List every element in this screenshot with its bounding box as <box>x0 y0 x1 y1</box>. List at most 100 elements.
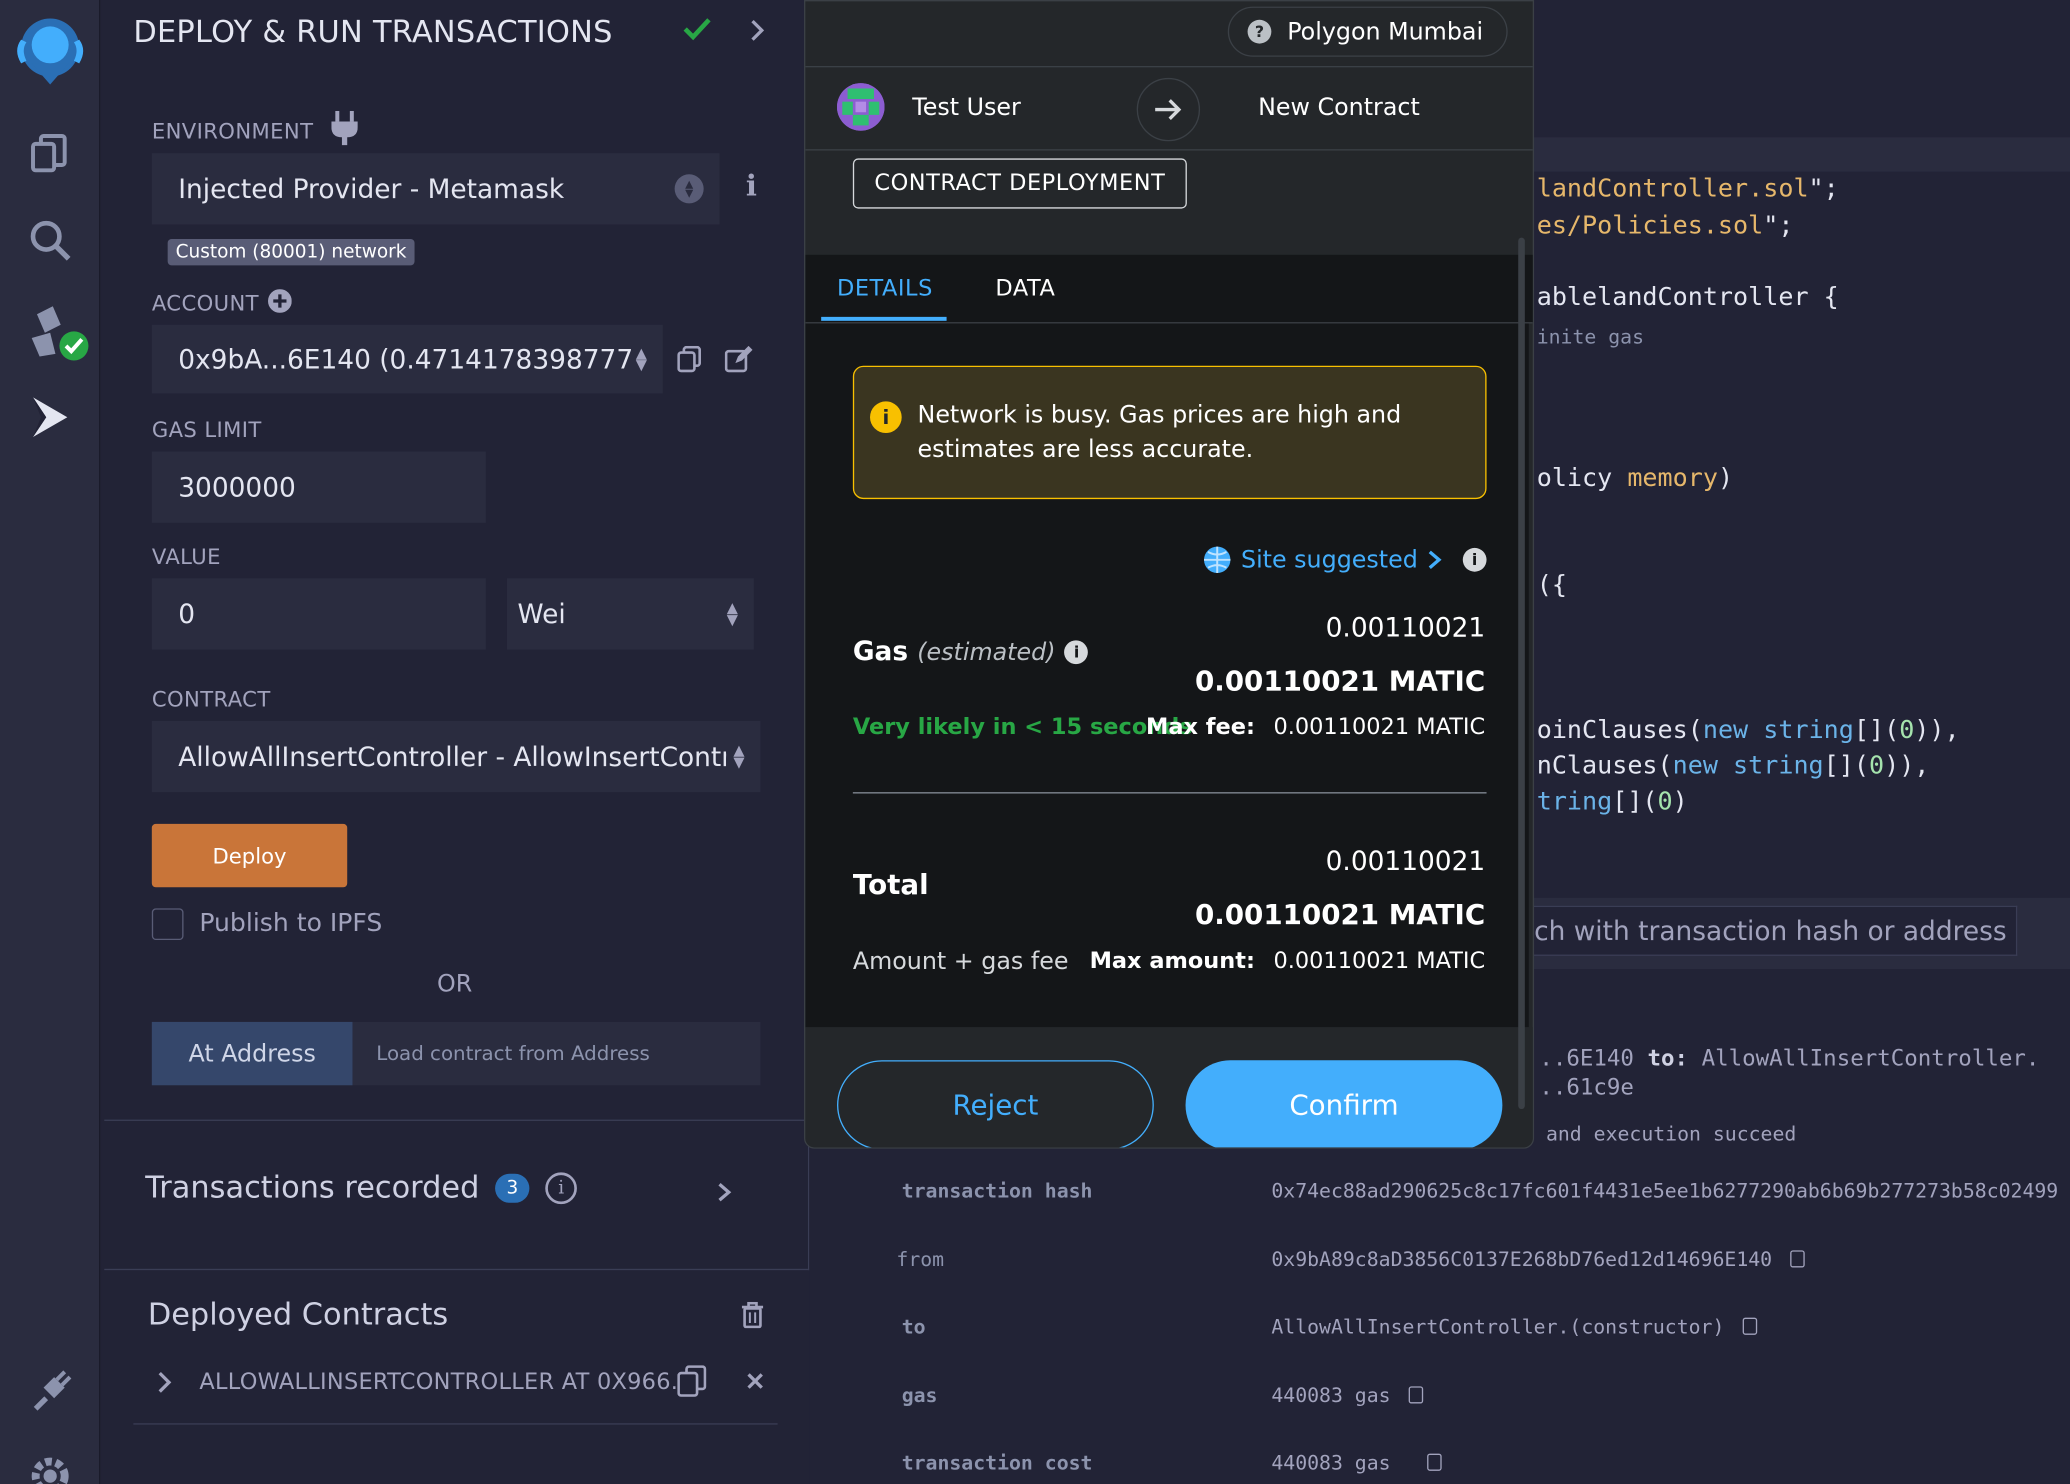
value-label: VALUE <box>151 543 221 570</box>
transactions-recorded-section[interactable]: Transactions recorded 3 i <box>104 1119 810 1271</box>
info-icon[interactable]: i <box>545 1172 578 1205</box>
divider <box>805 66 1533 68</box>
active-line-highlight <box>1531 137 2070 172</box>
gas-estimated-label: (estimated) <box>917 639 1056 667</box>
reject-button[interactable]: Reject <box>837 1060 1154 1148</box>
info-icon[interactable]: i <box>746 169 757 203</box>
copy-icon[interactable] <box>1409 1386 1424 1404</box>
environment-value: Injected Provider - Metamask <box>178 172 565 205</box>
at-address-input[interactable]: Load contract from Address <box>352 1021 761 1086</box>
deploy-button[interactable]: Deploy <box>151 823 348 888</box>
tab-data[interactable]: DATA <box>995 276 1055 302</box>
gas-label-row: Gas (estimated) i <box>853 635 1089 667</box>
publish-ipfs-label: Publish to IPFS <box>199 908 383 938</box>
chevron-right-icon[interactable] <box>157 1370 173 1399</box>
close-icon[interactable] <box>746 1370 764 1395</box>
terminal-search-input[interactable]: ch with transaction hash or address <box>1531 905 2018 956</box>
code-editor[interactable]: landController.sol"; es/Policies.sol"; a… <box>1531 0 2070 898</box>
log-line: ..6E140 to: AllowAllInsertController. <box>1539 1045 2040 1073</box>
total-value: 0.00110021 <box>1325 844 1486 877</box>
select-arrows-icon: ▲ ▼ <box>674 174 704 204</box>
code-comment: inite gas <box>1536 324 1645 349</box>
deployed-contract-item[interactable]: ALLOWALLINSERTCONTROLLER AT 0X966. <box>199 1369 678 1395</box>
confirm-button[interactable]: Confirm <box>1185 1060 1503 1148</box>
deploy-icon[interactable] <box>24 391 77 444</box>
total-label: Total <box>852 868 929 901</box>
contract-deployment-tag: CONTRACT DEPLOYMENT <box>852 158 1187 209</box>
network-name: Polygon Mumbai <box>1287 17 1484 46</box>
max-amount-row: Max amount: 0.00110021 MATIC <box>1090 948 1486 974</box>
plug-icon <box>331 110 358 151</box>
max-fee-row: Max fee: 0.00110021 MATIC <box>1146 714 1485 740</box>
copy-icon[interactable] <box>1427 1453 1443 1471</box>
screen: DEPLOY & RUN TRANSACTIONS ENVIRONMENT In… <box>0 0 2070 1484</box>
code-line: ({ <box>1536 570 1567 600</box>
account-select[interactable]: 0x9bA...6E140 (0.4714178398777 ▲ ▼ <box>151 324 663 394</box>
chevron-right-icon <box>1428 550 1442 569</box>
remix-logo-icon[interactable] <box>8 11 92 90</box>
or-label: OR <box>436 970 473 999</box>
code-line: oinClauses(new string[](0)), <box>1536 715 1960 745</box>
max-amount-value: 0.00110021 MATIC <box>1273 947 1486 975</box>
help-icon: ? <box>1247 19 1272 44</box>
code-line: nClauses(new string[](0)), <box>1536 751 1930 781</box>
scrollbar[interactable] <box>1516 237 1529 1110</box>
contract-select[interactable]: AllowAllInsertController - AllowInsertCo… <box>151 720 761 793</box>
select-arrows-icon: ▲ ▼ <box>726 599 738 629</box>
value-amount: 0 <box>178 598 196 630</box>
copy-icon[interactable] <box>1742 1317 1758 1335</box>
compiler-icon[interactable] <box>24 304 93 367</box>
copy-icon[interactable] <box>677 1365 707 1402</box>
settings-icon[interactable] <box>24 1450 77 1484</box>
likely-time: Very likely in < 15 seconds <box>852 714 1193 741</box>
search-icon[interactable] <box>24 214 77 267</box>
total-value-matic: 0.00110021 MATIC <box>1194 899 1486 931</box>
copy-icon[interactable] <box>677 345 702 378</box>
code-line: tring[](0) <box>1536 786 1688 816</box>
info-icon[interactable]: i <box>1462 547 1487 572</box>
site-suggested-link[interactable]: Site suggested i <box>1201 544 1487 576</box>
chevron-right-icon[interactable] <box>717 1182 733 1208</box>
gas-value: 0.00110021 <box>1325 611 1486 643</box>
network-selector[interactable]: ? Polygon Mumbai <box>1227 6 1508 57</box>
at-address-button[interactable]: At Address <box>151 1021 353 1086</box>
code-line: olicy memory) <box>1536 463 1734 493</box>
deploy-panel: DEPLOY & RUN TRANSACTIONS ENVIRONMENT In… <box>101 0 810 1484</box>
log-line: ..61c9e <box>1539 1074 1634 1102</box>
file-explorer-icon[interactable] <box>24 127 77 180</box>
transactions-recorded-row: Transactions recorded 3 i <box>145 1171 578 1205</box>
chevron-right-icon[interactable] <box>749 18 767 47</box>
gas-limit-label: GAS LIMIT <box>151 417 262 443</box>
add-account-icon[interactable] <box>268 289 292 318</box>
tab-details[interactable]: DETAILS <box>837 276 933 302</box>
icon-rail <box>0 0 101 1484</box>
edit-icon[interactable] <box>724 345 754 378</box>
deployed-contracts-label: Deployed Contracts <box>147 1297 449 1333</box>
warning-icon: i <box>870 401 902 434</box>
plugin-icon[interactable] <box>24 1365 77 1418</box>
environment-select[interactable]: Injected Provider - Metamask ▲ ▼ <box>151 153 720 225</box>
value-input[interactable]: 0 <box>151 578 486 650</box>
gas-value-matic: 0.00110021 MATIC <box>1194 665 1486 698</box>
log-line: and execution succeed <box>1545 1122 1797 1147</box>
copy-icon[interactable] <box>1790 1250 1806 1268</box>
publish-ipfs-checkbox[interactable] <box>151 908 184 941</box>
amount-gas-fee-label: Amount + gas fee <box>852 947 1069 976</box>
code-line: es/Policies.sol"; <box>1536 211 1794 241</box>
panel-title: DEPLOY & RUN TRANSACTIONS <box>133 15 613 51</box>
select-arrows-icon: ▲ ▼ <box>635 344 647 374</box>
value-unit: Wei <box>517 598 566 630</box>
active-tab-indicator <box>821 316 947 321</box>
gas-limit-input[interactable]: 3000000 <box>151 451 486 523</box>
divider <box>133 1423 778 1425</box>
metamask-popup: ? Polygon Mumbai Test User New Contract … <box>804 0 1535 1149</box>
check-icon <box>683 16 712 48</box>
from-account: Test User <box>912 93 1021 122</box>
gas-limit-value: 3000000 <box>178 471 296 504</box>
divider <box>852 792 1487 794</box>
value-unit-select[interactable]: Wei ▲ ▼ <box>506 578 754 650</box>
code-line: landController.sol"; <box>1536 174 1839 204</box>
info-icon[interactable]: i <box>1064 640 1089 665</box>
trash-icon[interactable] <box>741 1301 765 1334</box>
network-badge: Custom (80001) network <box>167 238 415 266</box>
